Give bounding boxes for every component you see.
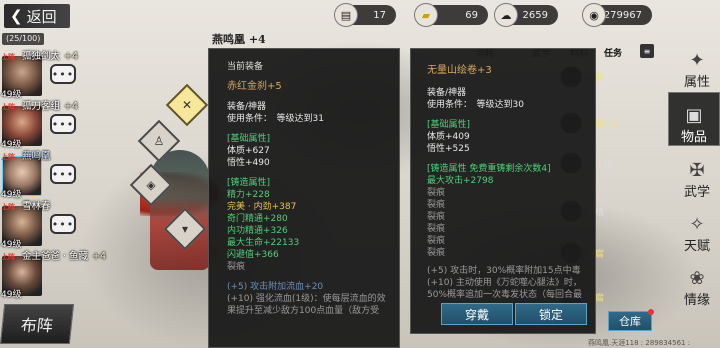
- resource-gold: ▰ 69: [414, 3, 488, 27]
- roster-member-selected[interactable]: 上阵 燕鸣凰 49级 •••: [0, 148, 120, 200]
- lineup-badge: 上阵: [1, 203, 15, 211]
- resource-gold-value: 69: [465, 9, 478, 21]
- roster-count: (25/100): [2, 33, 45, 45]
- armor-icon: ♙: [153, 134, 165, 148]
- bag-icon: ▣: [685, 105, 703, 126]
- member-name: 孤独剑太 +4: [22, 51, 79, 62]
- resource-scroll: ▤ 17: [334, 3, 396, 27]
- boots-icon: ▾: [181, 222, 189, 236]
- sidebar-item-label: 天赋: [683, 239, 710, 254]
- forge-stat: 裂痕: [227, 262, 246, 272]
- sidebar-item-label: 武学: [683, 185, 710, 200]
- chat-bubble-icon[interactable]: •••: [50, 64, 76, 84]
- sidebar-item-label: 情缘: [683, 293, 710, 308]
- gold-ingot-icon: ▰: [414, 3, 438, 27]
- sidebar-item-attribute[interactable]: ✦ 属性: [674, 40, 720, 90]
- roster-member[interactable]: 上阵 孤刀客组 +4 49级 •••: [0, 98, 120, 150]
- sidebar-item-label: 属性: [683, 75, 710, 90]
- warehouse-button[interactable]: 仓库: [608, 309, 654, 331]
- hero-figure: [150, 150, 210, 270]
- back-label: 返回: [26, 7, 57, 26]
- resource-silver-value: 2659: [522, 9, 548, 21]
- back-button[interactable]: ❮ 返回: [4, 4, 70, 28]
- equip-slot-weapon[interactable]: ✕: [165, 83, 209, 127]
- sidebar-item-label: 物品: [680, 130, 707, 145]
- sort-icon[interactable]: ≡: [640, 44, 654, 58]
- lock-button[interactable]: 锁定: [515, 303, 587, 325]
- member-name: 燕鸣凰: [22, 151, 51, 162]
- lineup-button[interactable]: 布阵: [0, 304, 75, 344]
- roster-member[interactable]: 上阵 金主爸爸 · 鱼藏 +4 49级: [0, 248, 120, 300]
- accessory-icon: ◈: [146, 178, 156, 192]
- lineup-badge: 上阵: [1, 153, 15, 161]
- base-stat: 悟性+525: [427, 144, 470, 154]
- item-name: 赤红金刹+5: [227, 81, 282, 92]
- inv-tab-quest[interactable]: 任务: [604, 46, 622, 59]
- coin-icon: ◉: [582, 3, 606, 27]
- resource-scroll-value: 17: [373, 9, 386, 21]
- weapon-icon: ✕: [181, 98, 193, 112]
- member-level: 49级: [1, 290, 22, 300]
- warehouse-label: 仓库: [619, 315, 641, 328]
- martial-icon: ✠: [689, 160, 705, 181]
- lineup-badge: 上阵: [1, 53, 15, 61]
- chevron-left-icon: ❮: [10, 7, 23, 25]
- item-requirement: 使用条件： 等级达到30: [427, 100, 524, 110]
- equip-button[interactable]: 穿戴: [441, 303, 513, 325]
- resource-coin: ◉ 279967: [582, 3, 652, 27]
- footer-id: 燕鸣凰.天涯118 : 289834561 : 04180107: [588, 339, 691, 347]
- base-stat: 悟性+490: [227, 158, 270, 168]
- compare-item-panel: 无量山绘卷+3 装备/神器 使用条件： 等级达到30 [基础属性] 体质+409…: [410, 48, 596, 334]
- chat-bubble-icon[interactable]: •••: [50, 114, 76, 134]
- forge-stat: 裂痕: [427, 248, 446, 258]
- silver-ingot-icon: ☁: [494, 3, 518, 27]
- member-name: 雪林春: [22, 201, 51, 212]
- bond-icon: ❀: [689, 268, 705, 289]
- roster-member[interactable]: 上阵 孤独剑太 +4 49级 •••: [0, 48, 120, 100]
- item-name: 无量山绘卷+3: [427, 65, 492, 76]
- panel-header: 当前装备: [227, 62, 264, 72]
- top-bar: ❮ 返回 ▤ 17 ▰ 69 ☁ 2659 ◉ 279967: [0, 0, 720, 32]
- character-name: 燕鸣凰 +4: [212, 33, 266, 46]
- chat-bubble-icon[interactable]: •••: [50, 214, 76, 234]
- sidebar-item-bond[interactable]: ❀ 情缘: [674, 258, 720, 308]
- notification-dot-icon: [648, 309, 654, 315]
- item-requirement: 使用条件： 等级达到31: [227, 114, 324, 124]
- sidebar-item-martial[interactable]: ✠ 武学: [674, 150, 720, 200]
- attribute-icon: ✦: [689, 50, 705, 71]
- sidebar-item-items[interactable]: ▣ 物品: [668, 92, 720, 146]
- lineup-badge: 上阵: [1, 253, 15, 261]
- member-name: 金主爸爸 · 鱼藏 +4: [22, 251, 107, 262]
- talent-icon: ✧: [689, 214, 705, 235]
- resource-silver: ☁ 2659: [494, 3, 558, 27]
- bonus-line: 50%概率追加一次毒发状态（每回合最: [427, 290, 583, 300]
- equipped-item-panel: 当前装备 赤红金刹+5 装备/神器 使用条件： 等级达到31 [基础属性] 体质…: [208, 48, 400, 348]
- chat-bubble-icon[interactable]: •••: [50, 164, 76, 184]
- scroll-icon: ▤: [334, 3, 358, 27]
- bonus-line: 果提升至减少敌方100点血量（敌方受: [227, 306, 380, 316]
- roster-member[interactable]: 上阵 雪林春 49级 •••: [0, 198, 120, 250]
- lineup-badge: 上阵: [1, 103, 15, 111]
- sidebar-item-talent[interactable]: ✧ 天赋: [674, 204, 720, 254]
- member-name: 孤刀客组 +4: [22, 101, 79, 112]
- resource-coin-value: 279967: [603, 9, 642, 21]
